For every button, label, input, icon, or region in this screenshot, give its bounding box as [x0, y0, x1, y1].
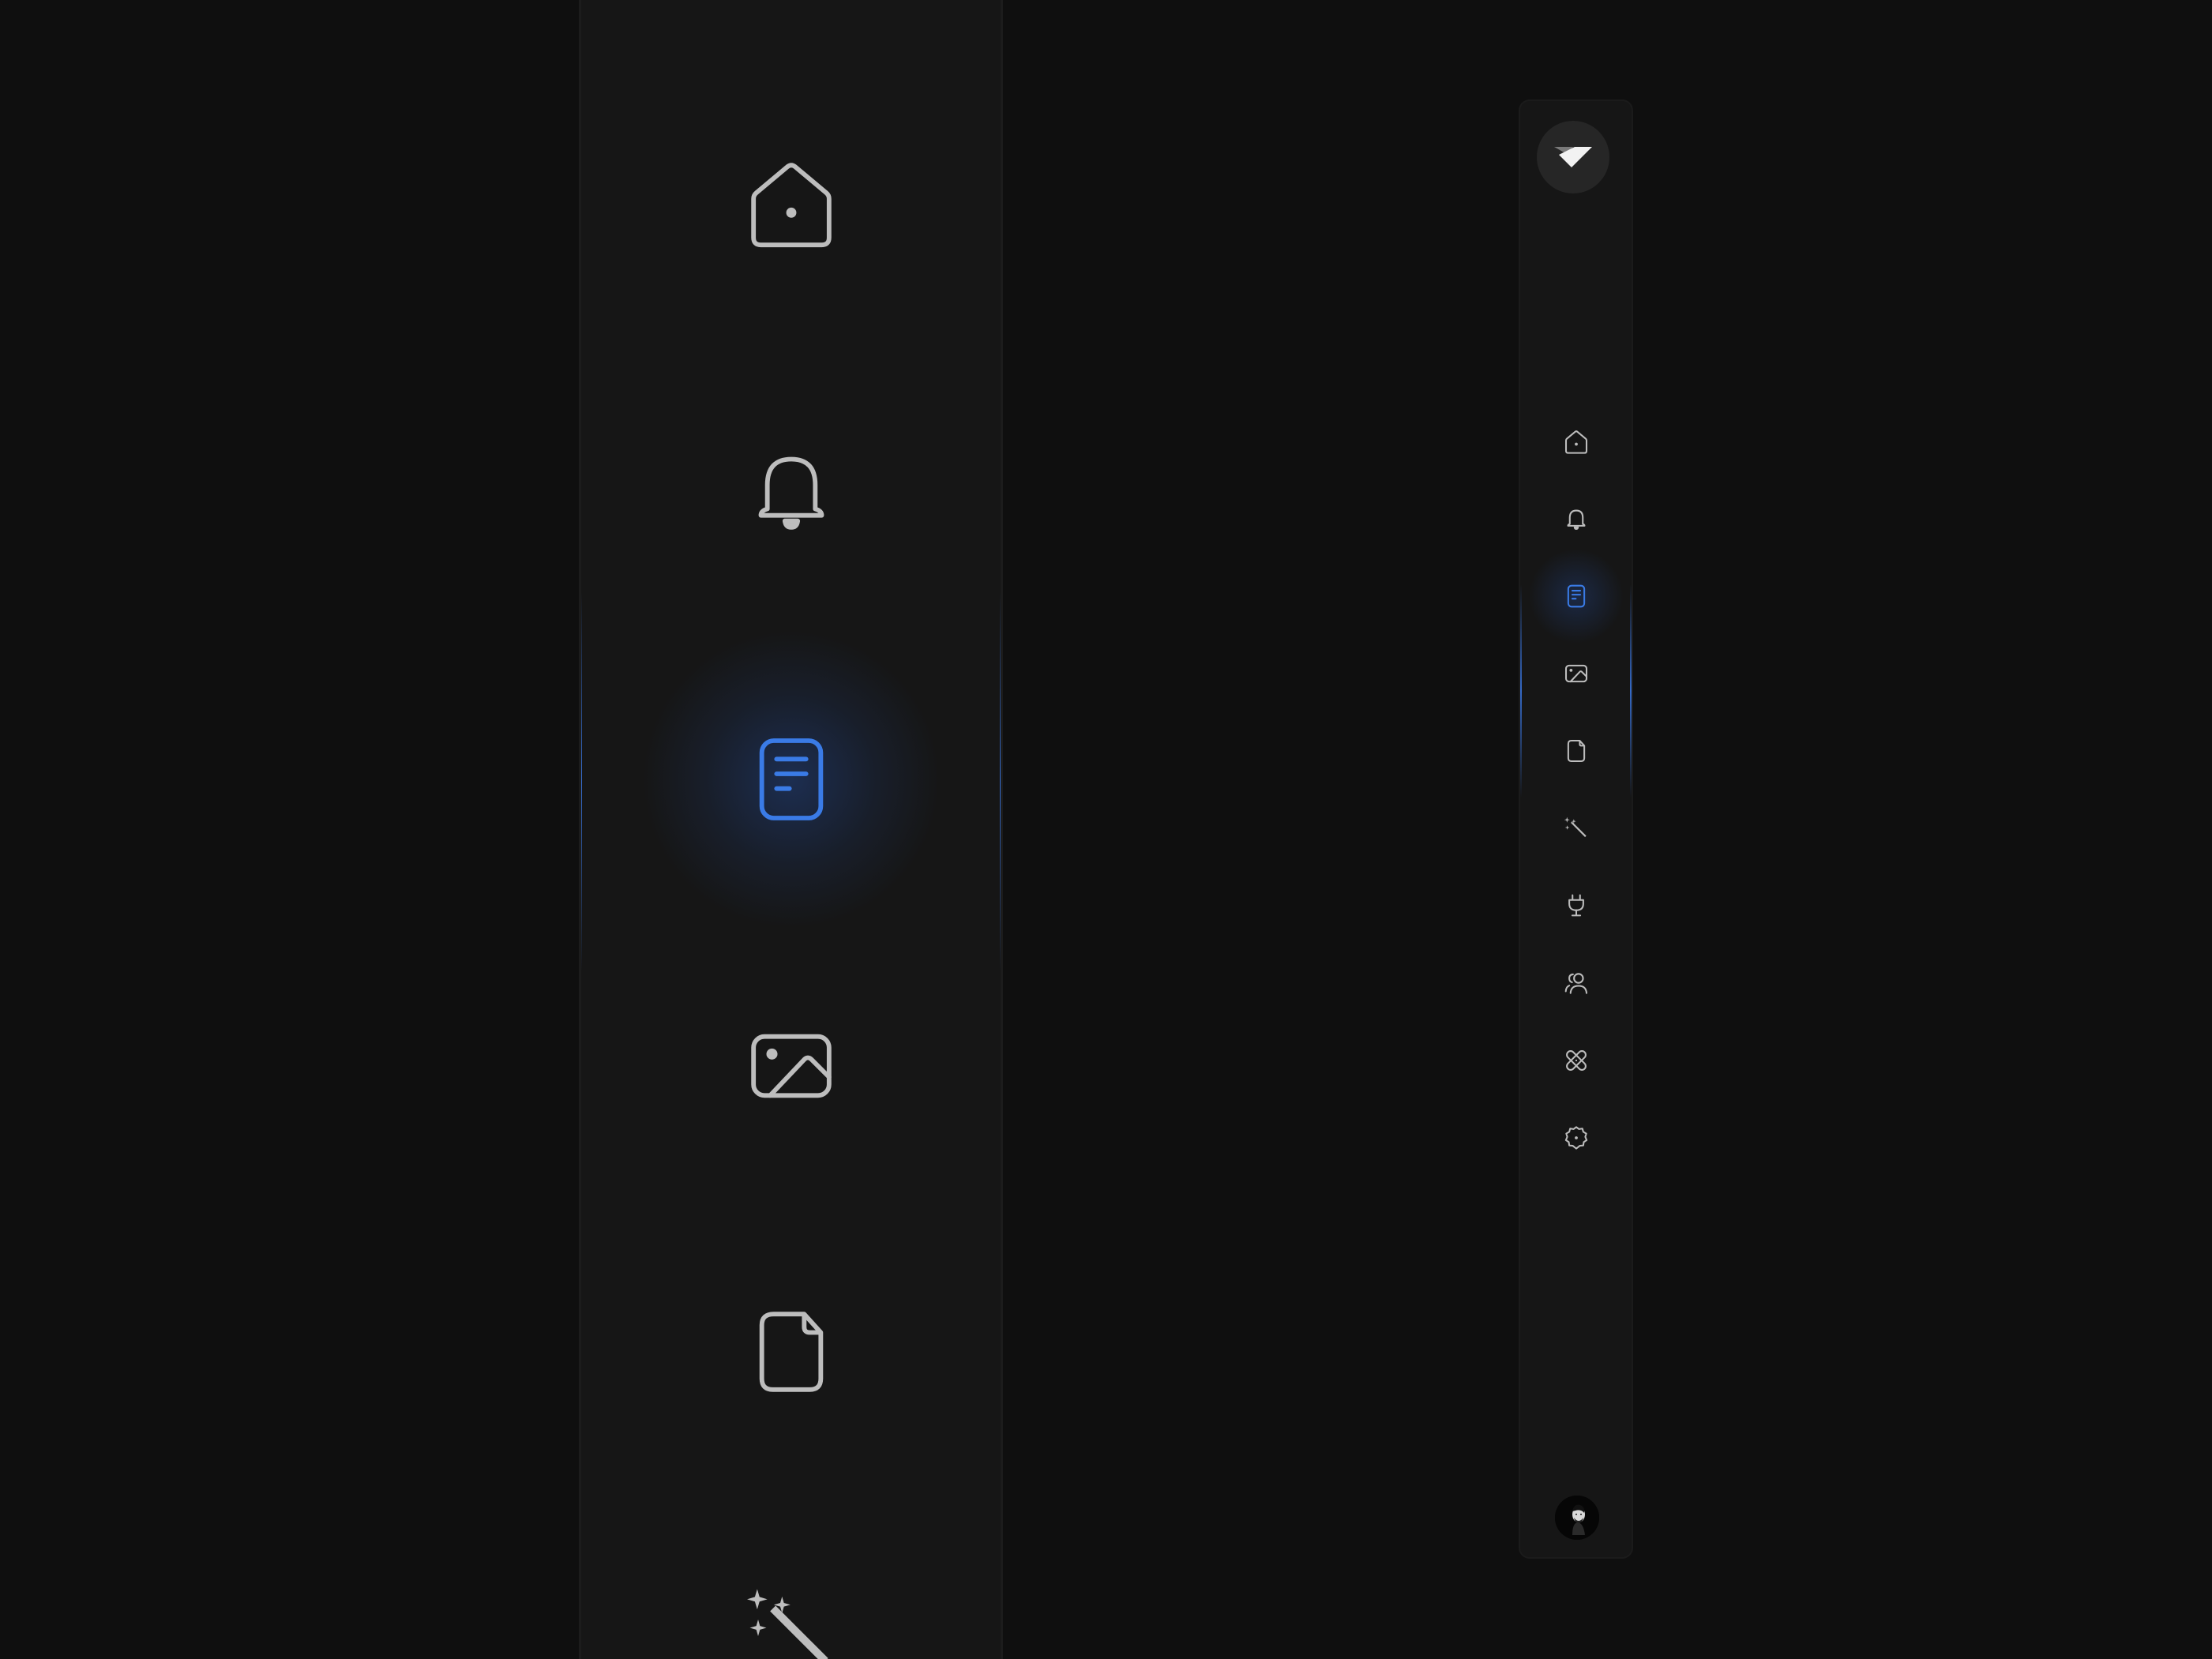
active-indicator-right [1000, 592, 1001, 971]
avatar[interactable] [1555, 1496, 1599, 1540]
zoom-image [732, 1007, 851, 1125]
zoom-magic-wand [732, 1571, 851, 1659]
logo-button[interactable] [1537, 121, 1609, 193]
logo-icon [1554, 147, 1592, 167]
sidebar-item-support[interactable] [1553, 1037, 1600, 1084]
active-indicator-left [581, 592, 582, 971]
magic-wand-icon [746, 1589, 828, 1659]
image-icon [750, 1034, 832, 1098]
active-indicator-right [1630, 584, 1632, 798]
home-icon [1564, 430, 1587, 454]
sidebar-item-magic[interactable] [1553, 805, 1600, 852]
image-icon [1564, 664, 1587, 683]
bell-icon [758, 456, 824, 530]
home-icon [750, 163, 832, 248]
file-icon [1567, 739, 1585, 763]
bandage-icon [1565, 1050, 1587, 1071]
zoomed-sidebar-preview [579, 0, 1003, 1659]
sidebar-item-home[interactable] [1553, 419, 1600, 466]
sidebar-item-files[interactable] [1553, 727, 1600, 775]
users-icon [1564, 973, 1587, 994]
active-indicator-left [1520, 584, 1522, 798]
bell-icon [1567, 509, 1585, 531]
sidebar-item-documents[interactable] [1524, 545, 1628, 647]
sidebar-item-images[interactable] [1553, 650, 1600, 697]
file-icon [759, 1312, 823, 1392]
settings-icon [1564, 1126, 1587, 1150]
sidebar [1519, 99, 1633, 1559]
user-avatar-icon [1555, 1496, 1599, 1540]
magic-wand-icon [1564, 816, 1587, 838]
plug-icon [1568, 894, 1584, 917]
zoom-home [732, 146, 851, 265]
zoom-file [732, 1293, 851, 1411]
document-icon [759, 738, 823, 820]
sidebar-item-settings[interactable] [1553, 1114, 1600, 1162]
zoom-bell [732, 430, 851, 549]
sidebar-item-notifications[interactable] [1553, 495, 1600, 542]
sidebar-item-integrations[interactable] [1553, 882, 1600, 929]
sidebar-item-team[interactable] [1553, 959, 1600, 1007]
document-icon [1567, 584, 1585, 608]
zoom-document-active [732, 720, 851, 839]
